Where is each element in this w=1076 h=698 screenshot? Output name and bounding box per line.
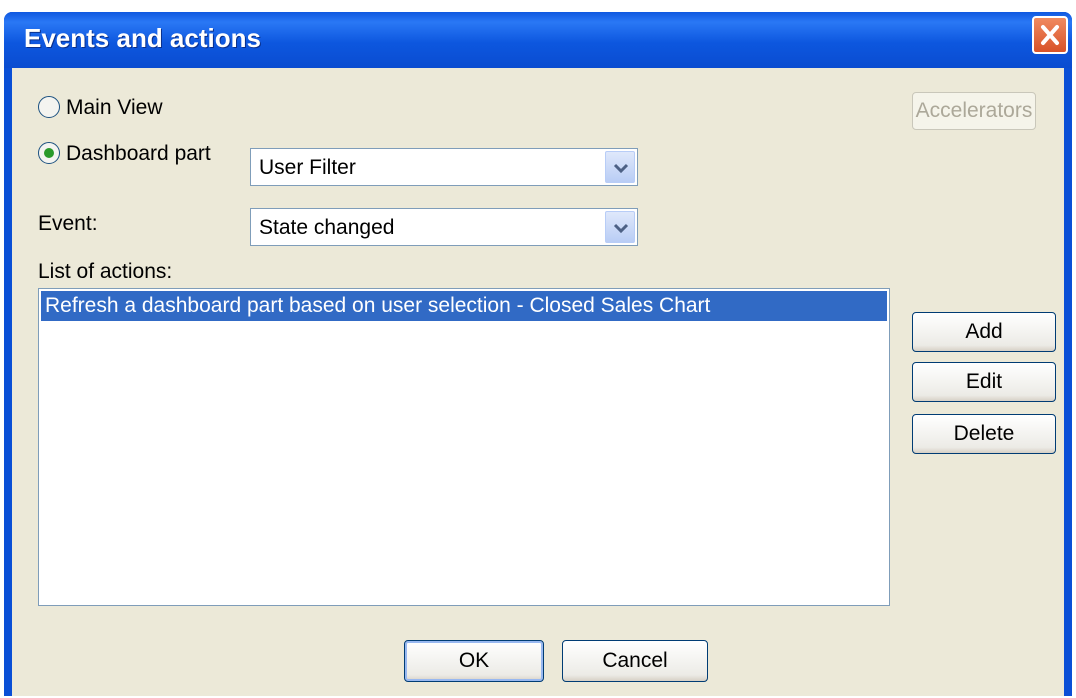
dropdown-button[interactable] — [605, 211, 635, 243]
event-label: Event: — [38, 212, 98, 235]
dialog-title: Events and actions — [24, 23, 261, 53]
radio-selected-dot — [44, 148, 54, 158]
add-button[interactable]: Add — [912, 312, 1056, 352]
close-button[interactable] — [1032, 16, 1068, 54]
title-bar[interactable]: Events and actions — [4, 12, 1072, 68]
list-item[interactable]: Refresh a dashboard part based on user s… — [41, 291, 887, 321]
close-icon — [1041, 25, 1059, 45]
main-view-radio[interactable] — [38, 96, 60, 118]
ok-button[interactable]: OK — [404, 640, 544, 682]
chevron-down-icon — [613, 163, 629, 174]
edit-button[interactable]: Edit — [912, 362, 1056, 402]
actions-listbox[interactable]: Refresh a dashboard part based on user s… — [38, 288, 890, 606]
actions-list-label: List of actions: — [38, 260, 173, 283]
dialog-body: Main View Accelerators Dashboard part Us… — [12, 68, 1064, 696]
event-select[interactable]: State changed — [250, 208, 638, 246]
event-value: State changed — [259, 216, 395, 239]
delete-button[interactable]: Delete — [912, 414, 1056, 454]
dashboard-part-select[interactable]: User Filter — [250, 148, 638, 186]
cancel-button[interactable]: Cancel — [562, 640, 708, 682]
dropdown-button[interactable] — [605, 151, 635, 183]
dashboard-part-label: Dashboard part — [66, 142, 211, 165]
main-view-label: Main View — [66, 96, 163, 119]
dashboard-part-value: User Filter — [259, 156, 356, 179]
accelerators-button[interactable]: Accelerators — [912, 92, 1036, 130]
dashboard-part-radio[interactable] — [38, 142, 60, 164]
chevron-down-icon — [613, 223, 629, 234]
dialog-window: Events and actions Main View Accelerator… — [4, 12, 1072, 696]
